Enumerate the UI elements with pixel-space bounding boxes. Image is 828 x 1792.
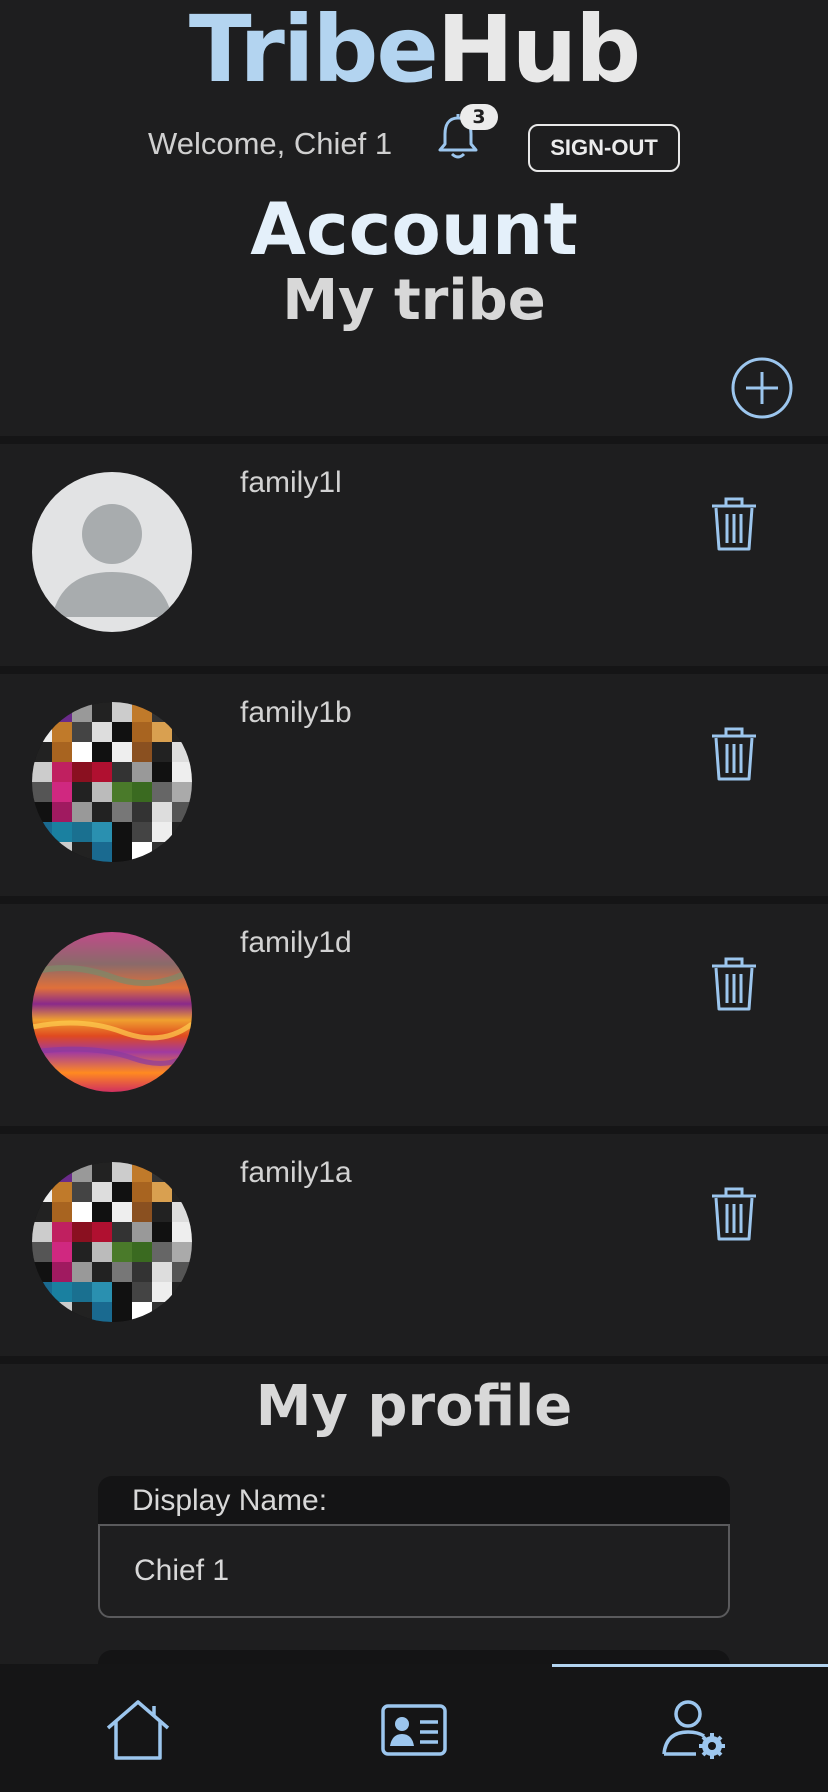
profile-heading: My profile <box>255 1374 573 1439</box>
tribe-member-row[interactable]: family1b <box>0 666 828 896</box>
member-name: family1d <box>240 926 352 959</box>
signout-button[interactable]: SIGN-OUT <box>528 124 680 172</box>
tribe-list: family1l family1b family1d family1a <box>0 436 828 1364</box>
contact-card-icon[interactable] <box>378 1696 450 1764</box>
tribe-member-row[interactable]: family1d <box>0 896 828 1126</box>
member-name: family1b <box>240 696 352 729</box>
sunset-avatar-image <box>32 932 192 1092</box>
member-name: family1a <box>240 1156 352 1189</box>
member-name: family1l <box>240 466 342 499</box>
home-icon[interactable] <box>102 1696 174 1764</box>
tribe-member-row[interactable]: family1l <box>0 436 828 666</box>
trash-icon[interactable] <box>708 724 760 784</box>
header-bar: Welcome, Chief 1 <box>0 112 828 182</box>
default-avatar-icon <box>32 472 192 632</box>
display-name-input[interactable]: Chief 1 <box>98 1524 730 1618</box>
bottom-nav <box>0 1664 828 1792</box>
mosaic-avatar-image <box>32 702 192 862</box>
welcome-text: Welcome, Chief 1 <box>148 126 393 161</box>
logo-part-hub: Hub <box>436 0 641 103</box>
page-title: Account <box>250 187 578 271</box>
notification-badge: 3 <box>460 104 498 130</box>
logo-part-tribe: Tribe <box>188 0 439 103</box>
trash-icon[interactable] <box>708 954 760 1014</box>
active-tab-indicator <box>552 1664 828 1667</box>
tribe-member-row[interactable]: family1a <box>0 1126 828 1356</box>
trash-icon[interactable] <box>708 1184 760 1244</box>
tribe-heading: My tribe <box>282 268 546 333</box>
trash-icon[interactable] <box>708 494 760 554</box>
list-divider <box>0 1356 828 1364</box>
app-logo: TribeHub <box>0 0 828 100</box>
user-settings-icon[interactable] <box>658 1696 730 1764</box>
add-member-button[interactable] <box>730 356 794 420</box>
display-name-field: Display Name: Chief 1 <box>98 1476 730 1618</box>
mosaic-avatar-image <box>32 1162 192 1322</box>
display-name-label: Display Name: <box>98 1476 730 1526</box>
